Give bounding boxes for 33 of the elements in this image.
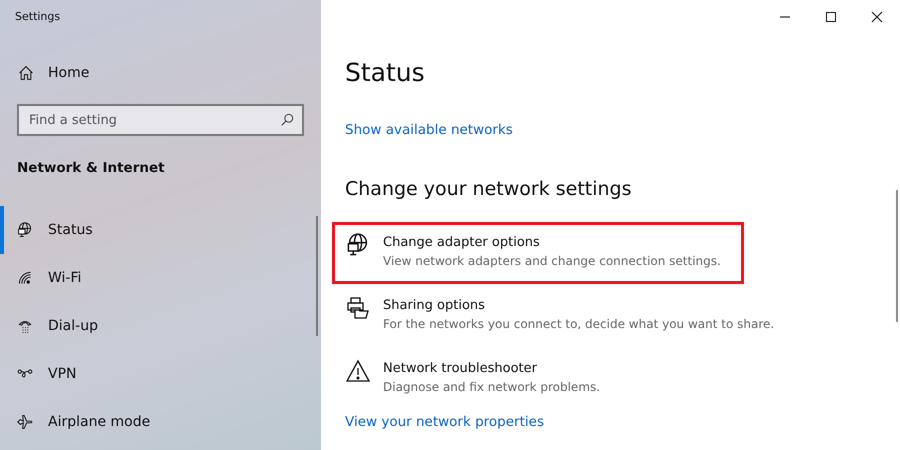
scroll-bar[interactable] [316, 216, 318, 336]
option-title[interactable]: Network troubleshooter [383, 361, 600, 376]
section-heading: Change your network settings [345, 178, 633, 200]
section-heading: Network & Internet [17, 160, 166, 176]
page-title: Status [345, 57, 426, 89]
option-title[interactable]: Change adapter options [383, 235, 721, 250]
globe-icon [17, 222, 33, 238]
nav-item[interactable]: Airplane mode [0, 398, 321, 446]
nav-item[interactable]: VPN [0, 350, 321, 398]
nav-item[interactable]: Wi-Fi [0, 254, 321, 302]
globe-icon [346, 233, 370, 257]
close-icon [871, 11, 883, 23]
home-link[interactable]: Home [18, 65, 90, 81]
phone-icon [17, 318, 33, 334]
nav-item[interactable]: Dial-up [0, 302, 321, 350]
warning-icon [346, 359, 370, 383]
option-title[interactable]: Sharing options [383, 298, 774, 313]
network-properties-link[interactable]: View your network properties [345, 414, 544, 430]
home-icon [18, 65, 34, 81]
share-icon [346, 296, 370, 320]
search-icon [280, 113, 294, 127]
search-field[interactable]: Find a setting [17, 104, 304, 136]
window-title: Settings [15, 10, 62, 25]
available-networks-link[interactable]: Show available networks [345, 122, 513, 138]
wifi-icon [17, 270, 33, 286]
option-description: Diagnose and fix network problems. [383, 380, 600, 394]
option-item[interactable]: Network troubleshooter Diagnose and fix network problems. [332, 348, 624, 410]
option-item[interactable]: Sharing options For the networks you connect to, decide what you want to share. [332, 285, 798, 347]
option-description: View network adapters and change connection settings. [383, 254, 721, 268]
plane-icon [17, 414, 33, 430]
option-description: For the networks you connect to, decide what you want to share. [383, 317, 774, 331]
maximize-icon [825, 11, 837, 23]
scroll-bar[interactable] [896, 190, 898, 322]
